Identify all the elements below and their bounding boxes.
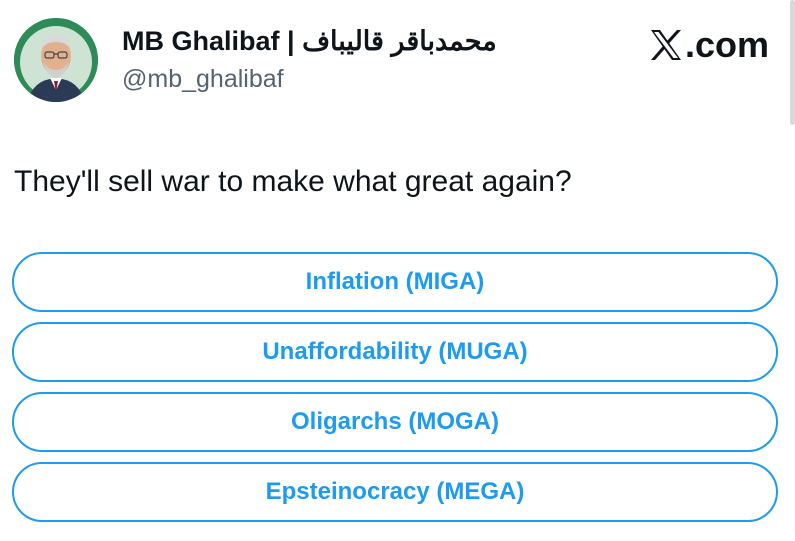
tweet-text: They'll sell war to make what great agai… xyxy=(14,165,572,198)
poll-option-inflation[interactable]: Inflation (MIGA) xyxy=(12,252,778,312)
avatar-image xyxy=(14,18,98,102)
brand-watermark: .com xyxy=(649,24,769,66)
poll-option-unaffordability[interactable]: Unaffordability (MUGA) xyxy=(12,322,778,382)
scrollbar[interactable] xyxy=(790,0,795,125)
avatar[interactable] xyxy=(14,18,98,102)
tweet-header: MB Ghalibaf | محمدباقر قالیباف @mb_ghali… xyxy=(0,0,795,130)
x-logo-icon xyxy=(650,30,681,60)
author-display-name[interactable]: MB Ghalibaf | محمدباقر قالیباف xyxy=(122,24,497,58)
brand-site-suffix: .com xyxy=(684,24,769,65)
poll-option-oligarchs[interactable]: Oligarchs (MOGA) xyxy=(12,392,778,452)
poll: Inflation (MIGA) Unaffordability (MUGA) … xyxy=(12,252,778,532)
poll-option-epsteinocracy[interactable]: Epsteinocracy (MEGA) xyxy=(12,462,778,522)
author-handle[interactable]: @mb_ghalibaf xyxy=(122,63,284,95)
